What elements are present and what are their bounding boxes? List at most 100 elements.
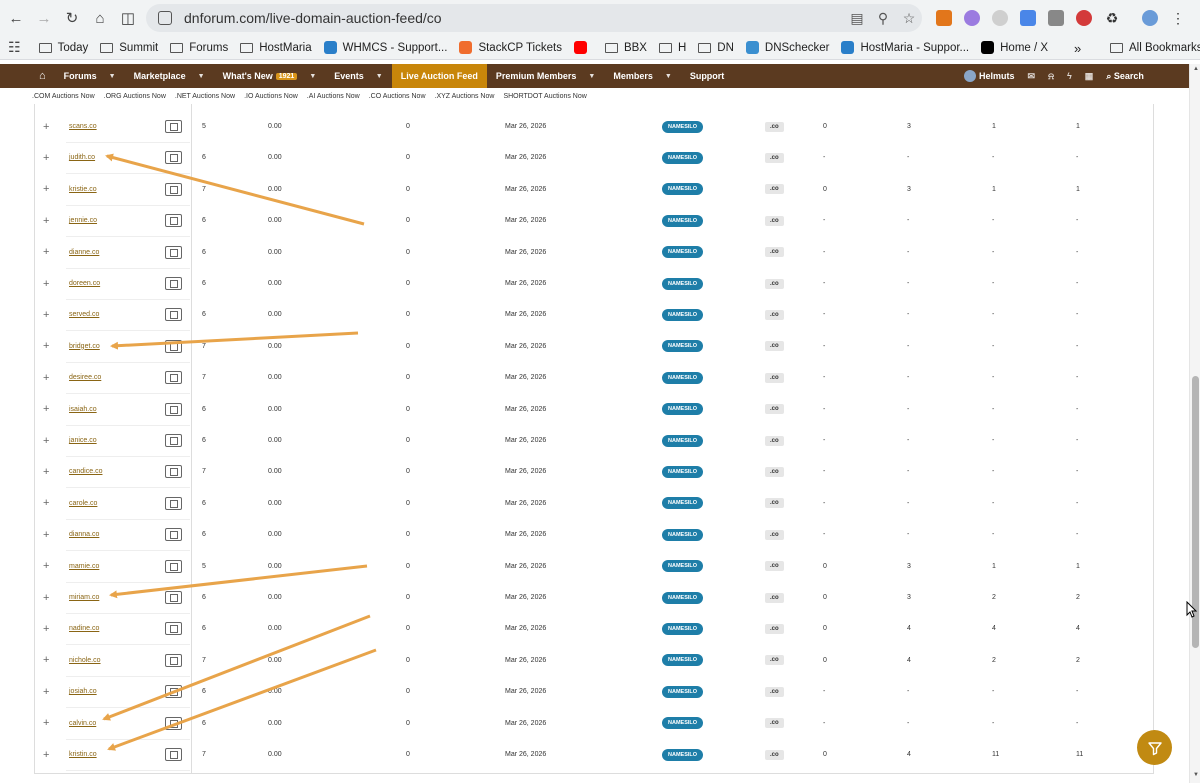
search-button[interactable]: ⌕ Search: [1106, 71, 1144, 82]
expand-row-icon[interactable]: +: [43, 488, 49, 519]
nav-item[interactable]: Live Auction Feed: [391, 64, 487, 88]
back-icon[interactable]: ←: [2, 4, 30, 32]
bookmark-item[interactable]: HostMaria - Suppor...: [841, 41, 969, 54]
split-view-icon[interactable]: ◫: [114, 4, 142, 32]
scroll-up-icon[interactable]: ▲: [1193, 66, 1199, 72]
alerts-icon[interactable]: ⍾: [1048, 71, 1054, 82]
nav-item[interactable]: Events ▼: [325, 64, 391, 88]
domain-link[interactable]: nichole.co: [69, 645, 101, 676]
domain-link[interactable]: bridget.co: [69, 331, 100, 362]
extension-icon[interactable]: [986, 5, 1014, 31]
expand-row-icon[interactable]: +: [43, 174, 49, 205]
expand-row-icon[interactable]: +: [43, 268, 49, 299]
expand-row-icon[interactable]: +: [43, 456, 49, 487]
tld-auction-link[interactable]: .XYZ Auctions Now: [435, 93, 495, 100]
url-text[interactable]: dnforum.com/live-domain-auction-feed/co: [184, 10, 844, 26]
profile-avatar[interactable]: [1136, 5, 1164, 31]
tld-auction-link[interactable]: .ORG Auctions Now: [104, 93, 166, 100]
tld-auction-link[interactable]: .NET Auctions Now: [175, 93, 235, 100]
expand-row-icon[interactable]: +: [43, 205, 49, 236]
expand-row-icon[interactable]: +: [43, 582, 49, 613]
expand-row-icon[interactable]: +: [43, 708, 49, 739]
user-menu[interactable]: Helmuts: [964, 70, 1015, 82]
copy-button[interactable]: [165, 645, 182, 676]
tld-auction-link[interactable]: .IO Auctions Now: [244, 93, 298, 100]
bookmark-item[interactable]: WHMCS - Support...: [323, 41, 447, 54]
home-icon[interactable]: ⌂: [86, 4, 114, 32]
expand-row-icon[interactable]: +: [43, 425, 49, 456]
all-bookmarks-button[interactable]: All Bookmarks: [1110, 42, 1200, 54]
domain-link[interactable]: kristin.co: [69, 739, 97, 770]
domain-link[interactable]: served.co: [69, 299, 99, 330]
domain-link[interactable]: judith.co: [69, 142, 95, 173]
dropdown-caret-icon[interactable]: ▼: [376, 73, 383, 80]
site-info-icon[interactable]: [158, 11, 172, 25]
translate-icon[interactable]: [1014, 5, 1042, 31]
tld-auction-link[interactable]: .CO Auctions Now: [369, 93, 426, 100]
domain-link[interactable]: isaiah.co: [69, 394, 97, 425]
calendar-icon[interactable]: ▦: [1085, 71, 1094, 82]
domain-link[interactable]: kristie.co: [69, 174, 97, 205]
copy-button[interactable]: [165, 142, 182, 173]
dropdown-caret-icon[interactable]: ▼: [588, 73, 595, 80]
domain-link[interactable]: desiree.co: [69, 362, 101, 393]
bookmark-star-icon[interactable]: ☆: [896, 10, 922, 27]
copy-button[interactable]: [165, 174, 182, 205]
copy-button[interactable]: [165, 205, 182, 236]
nav-item[interactable]: Members ▼: [604, 64, 680, 88]
dropdown-caret-icon[interactable]: ▼: [309, 73, 316, 80]
expand-row-icon[interactable]: +: [43, 676, 49, 707]
bookmark-item[interactable]: Home / X: [981, 41, 1048, 54]
copy-button[interactable]: [165, 582, 182, 613]
domain-link[interactable]: josiah.co: [69, 676, 97, 707]
reload-icon[interactable]: ↻: [58, 4, 86, 32]
copy-button[interactable]: [165, 551, 182, 582]
domain-link[interactable]: dianne.co: [69, 237, 99, 268]
address-bar[interactable]: dnforum.com/live-domain-auction-feed/co …: [146, 4, 922, 32]
filter-button[interactable]: [1137, 730, 1172, 765]
nav-item[interactable]: Premium Members ▼: [487, 64, 604, 88]
copy-button[interactable]: [165, 708, 182, 739]
bookmark-item[interactable]: HostMaria: [240, 42, 312, 54]
bookmark-item[interactable]: DN: [698, 42, 734, 54]
domain-link[interactable]: candice.co: [69, 456, 102, 487]
bookmark-item[interactable]: Forums: [170, 42, 228, 54]
copy-button[interactable]: [165, 299, 182, 330]
copy-button[interactable]: [165, 676, 182, 707]
menu-icon[interactable]: ⋮: [1164, 5, 1192, 31]
bookmark-item[interactable]: Today: [38, 42, 88, 54]
dropdown-caret-icon[interactable]: ▼: [109, 73, 116, 80]
expand-row-icon[interactable]: +: [43, 362, 49, 393]
install-app-icon[interactable]: ▤: [844, 10, 870, 27]
dropdown-caret-icon[interactable]: ▼: [665, 73, 672, 80]
nav-home[interactable]: ⌂: [30, 64, 55, 88]
domain-link[interactable]: jennie.co: [69, 205, 97, 236]
tld-auction-link[interactable]: .COM Auctions Now: [32, 93, 95, 100]
domain-link[interactable]: miriam.co: [69, 582, 99, 613]
domain-link[interactable]: scans.co: [69, 111, 97, 142]
bookmark-item[interactable]: Summit: [100, 42, 158, 54]
expand-row-icon[interactable]: +: [43, 111, 49, 142]
bookmark-item[interactable]: StackCP Tickets: [459, 41, 562, 54]
expand-row-icon[interactable]: +: [43, 739, 49, 770]
copy-button[interactable]: [165, 488, 182, 519]
camera-icon[interactable]: [1042, 5, 1070, 31]
puzzle-icon[interactable]: ♻: [1098, 5, 1126, 31]
scroll-down-icon[interactable]: ▼: [1193, 772, 1199, 778]
copy-button[interactable]: [165, 362, 182, 393]
expand-row-icon[interactable]: +: [43, 519, 49, 550]
copy-button[interactable]: [165, 519, 182, 550]
copy-button[interactable]: [165, 268, 182, 299]
expand-row-icon[interactable]: +: [43, 142, 49, 173]
dropdown-caret-icon[interactable]: ▼: [198, 73, 205, 80]
nav-item[interactable]: Support: [681, 64, 734, 88]
copy-button[interactable]: [165, 111, 182, 142]
bookmark-item[interactable]: H: [658, 42, 686, 54]
copy-button[interactable]: [165, 739, 182, 770]
bookmark-item[interactable]: [573, 41, 593, 54]
domain-link[interactable]: calvin.co: [69, 708, 96, 739]
bookmark-item[interactable]: BBX: [604, 42, 647, 54]
expand-row-icon[interactable]: +: [43, 331, 49, 362]
bolt-icon[interactable]: ϟ: [1067, 71, 1072, 81]
expand-row-icon[interactable]: +: [43, 299, 49, 330]
